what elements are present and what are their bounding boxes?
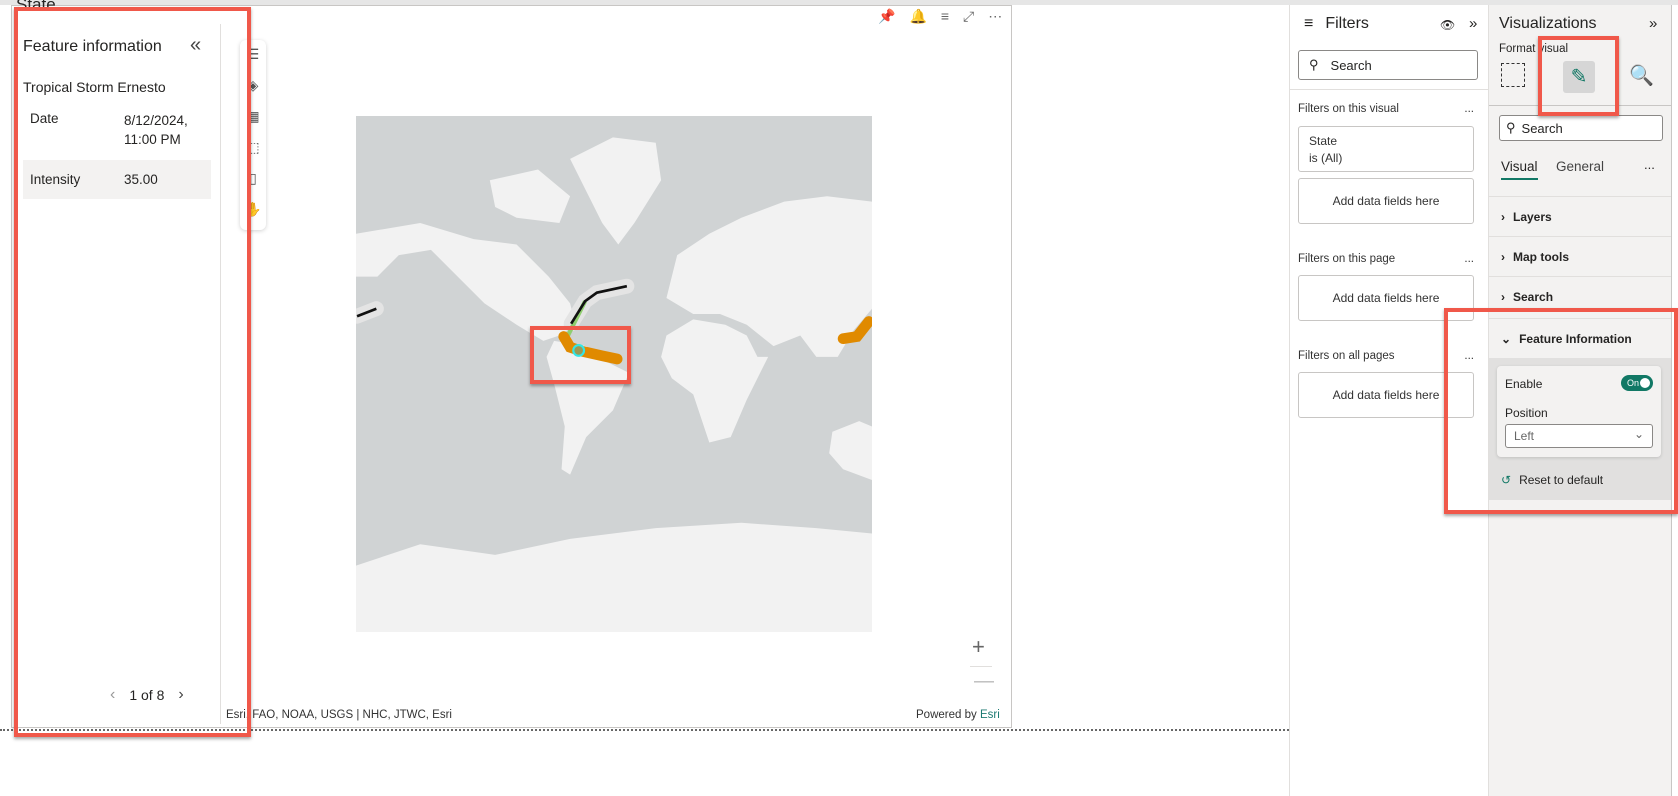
- chevron-right-icon: ›: [1501, 209, 1505, 224]
- filter-icon[interactable]: ≡: [941, 8, 949, 25]
- viz-search-input[interactable]: ⚲ Search: [1499, 115, 1663, 141]
- section-label: Filters on this page: [1298, 253, 1396, 265]
- highlight-feature-settings: [1444, 308, 1678, 514]
- tab-visual[interactable]: Visual: [1501, 159, 1538, 180]
- highlight-feature-panel: [14, 7, 251, 737]
- tab-general[interactable]: General: [1556, 159, 1604, 174]
- pin-icon[interactable]: 📌: [878, 8, 895, 25]
- section-label: Filters on this visual: [1298, 103, 1399, 115]
- section-label: Layers: [1513, 209, 1552, 224]
- powered-by-text: Powered by: [916, 709, 977, 721]
- chevron-right-icon: ›: [1501, 249, 1505, 264]
- analytics-icon[interactable]: 🔍: [1629, 63, 1654, 88]
- visual-header: 📌 🔔 ≡ ⤢ ⋯: [878, 8, 1002, 25]
- highlight-storm: [530, 326, 631, 384]
- chevron-right-icon: ›: [1501, 289, 1505, 304]
- filter-value: is (All): [1309, 151, 1343, 165]
- filters-on-page-header: Filters on this page...: [1298, 253, 1474, 265]
- search-icon: ⚲: [1309, 57, 1319, 72]
- filters-on-visual-header: Filters on this visual...: [1298, 103, 1474, 115]
- filters-search-input[interactable]: ⚲ Search: [1298, 50, 1478, 80]
- more-options-icon[interactable]: ⋯: [988, 8, 1002, 25]
- esri-link[interactable]: Esri: [980, 709, 1000, 721]
- zoom-out-button[interactable]: —: [974, 670, 994, 693]
- filter-field: State: [1309, 134, 1338, 148]
- zoom-in-button[interactable]: +: [972, 634, 985, 660]
- collapse-filters-icon[interactable]: »: [1469, 15, 1477, 32]
- more-icon[interactable]: ...: [1464, 253, 1474, 265]
- filters-title: Filters: [1325, 15, 1369, 32]
- add-data-fields-visual[interactable]: Add data fields here: [1298, 178, 1474, 224]
- section-label: Filters on all pages: [1298, 350, 1395, 362]
- highlight-format-visual: [1538, 36, 1619, 116]
- powered-by: Powered by Esri: [916, 709, 1000, 721]
- zoom-divider: [970, 666, 992, 667]
- section-map-tools[interactable]: › Map tools: [1489, 236, 1671, 276]
- search-icon: ⚲: [1506, 120, 1516, 135]
- section-label: Map tools: [1513, 249, 1569, 264]
- more-icon[interactable]: ...: [1644, 157, 1655, 172]
- map-attribution: Esri, FAO, NOAA, USGS | NHC, JTWC, Esri: [226, 709, 452, 721]
- state-filter-card[interactable]: State is (All): [1298, 126, 1474, 172]
- section-layers[interactable]: › Layers: [1489, 196, 1671, 236]
- build-visual-icon[interactable]: [1501, 63, 1525, 87]
- viz-title: Visualizations: [1499, 15, 1597, 32]
- collapse-viz-icon[interactable]: »: [1649, 15, 1657, 32]
- search-placeholder: Search: [1521, 120, 1563, 136]
- section-label: Search: [1513, 289, 1554, 304]
- eye-icon[interactable]: 👁: [1440, 18, 1455, 32]
- more-icon[interactable]: ...: [1464, 103, 1474, 115]
- search-placeholder: Search: [1330, 57, 1372, 73]
- bell-icon[interactable]: 🔔: [909, 8, 926, 25]
- filter-icon: ≡: [1304, 15, 1314, 32]
- focus-mode-icon[interactable]: ⤢: [963, 8, 974, 25]
